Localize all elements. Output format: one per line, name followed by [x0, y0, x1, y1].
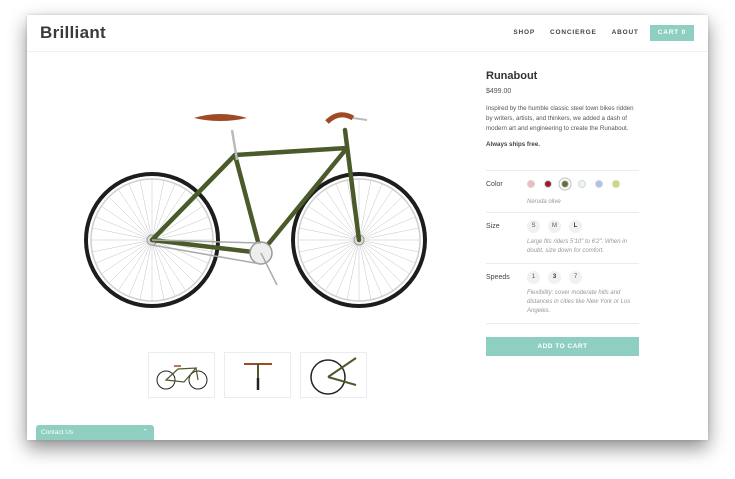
- thumbnail-detail-view[interactable]: [300, 352, 367, 398]
- product-description: Inspired by the humble classic steel tow…: [486, 105, 634, 132]
- main-nav: SHOP CONCIERGE ABOUT CART 0: [498, 25, 694, 41]
- nav-item-about[interactable]: ABOUT: [612, 25, 639, 41]
- thumbnail-side-view[interactable]: [148, 352, 215, 398]
- bike-wheel-thumb-icon: [309, 357, 357, 395]
- speeds-label: Speeds: [486, 274, 510, 281]
- nav-item-shop[interactable]: SHOP: [513, 25, 535, 41]
- nav-item-concierge[interactable]: CONCIERGE: [550, 25, 597, 41]
- bike-frame: [149, 127, 362, 256]
- bike-front-thumb-icon: [243, 363, 272, 390]
- color-option-row: Color Neruda olive: [486, 170, 639, 213]
- color-swatch-4[interactable]: [578, 180, 586, 188]
- speed-choices: 1 3 7: [527, 271, 590, 284]
- color-label: Color: [486, 181, 503, 188]
- thumbnail-front-view[interactable]: [224, 352, 291, 398]
- speed-option-7[interactable]: 7: [569, 271, 582, 284]
- color-swatch-2[interactable]: [544, 180, 552, 188]
- site-header: Brilliant SHOP CONCIERGE ABOUT CART 0: [27, 15, 708, 52]
- color-swatches: [527, 180, 629, 188]
- cart-count: 0: [681, 29, 686, 36]
- saddle: [194, 114, 247, 121]
- brand-logo[interactable]: Brilliant: [40, 23, 106, 43]
- thumbnail-strip: [148, 352, 376, 398]
- size-option-l[interactable]: L: [569, 220, 582, 233]
- cart-button[interactable]: CART 0: [649, 25, 694, 41]
- product-title: Runabout: [486, 70, 538, 82]
- color-swatch-5[interactable]: [595, 180, 603, 188]
- size-choices: S M L: [527, 220, 590, 233]
- size-note: Large fits riders 5'10" to 6'2". When in…: [527, 239, 627, 254]
- chevron-up-icon: ⌃: [142, 429, 148, 436]
- speed-option-3[interactable]: 3: [548, 271, 561, 284]
- speed-option-1[interactable]: 1: [527, 271, 540, 284]
- color-swatch-6[interactable]: [612, 180, 620, 188]
- selected-color-name: Neruda olive: [527, 199, 561, 205]
- size-option-row: Size S M L Large fits riders 5'10" to 6'…: [486, 212, 639, 264]
- color-swatch-3[interactable]: [561, 180, 569, 188]
- size-label: Size: [486, 223, 500, 230]
- product-main-image: [84, 112, 427, 308]
- contact-us-label: Contact Us: [41, 429, 74, 436]
- shipping-note: Always ships free.: [486, 141, 540, 148]
- cart-label: CART: [657, 29, 679, 36]
- bike-side-thumb-icon: [156, 365, 207, 390]
- handlebar: [325, 112, 355, 124]
- color-swatch-1[interactable]: [527, 180, 535, 188]
- size-option-m[interactable]: M: [548, 220, 561, 233]
- contact-us-tab[interactable]: Contact Us ⌃: [36, 425, 154, 440]
- browser-window: Brilliant SHOP CONCIERGE ABOUT CART 0 Ru…: [27, 15, 708, 440]
- speeds-option-row: Speeds 1 3 7 Flexibility: cover moderate…: [486, 263, 639, 324]
- product-price: $499.00: [486, 88, 512, 95]
- product-info: Runabout $499.00 Inspired by the humble …: [486, 70, 639, 148]
- speeds-note: Flexibility: cover moderate hills and di…: [527, 290, 631, 314]
- add-to-cart-button[interactable]: ADD TO CART: [486, 337, 639, 356]
- size-option-s[interactable]: S: [527, 220, 540, 233]
